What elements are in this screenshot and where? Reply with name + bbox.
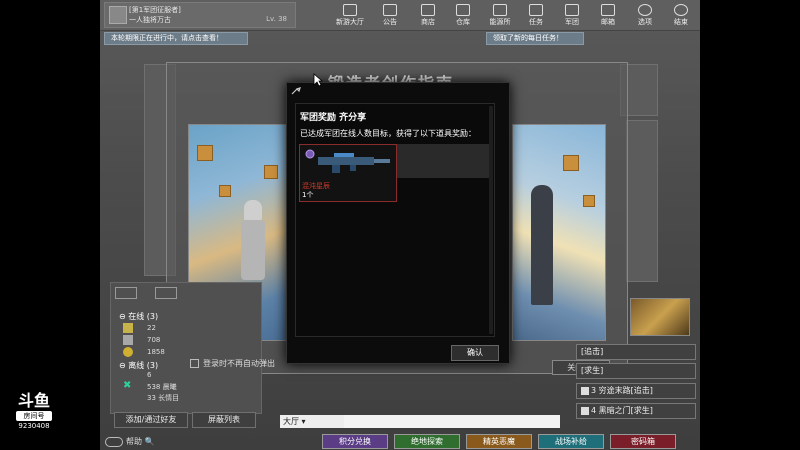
cube-decoration (583, 195, 595, 207)
chat-input[interactable] (344, 415, 560, 428)
robot-body (241, 220, 265, 280)
friend-entry[interactable]: 33 长情目 (147, 393, 179, 403)
reward-item-slot[interactable]: 混沌星辰 1个 (299, 144, 397, 202)
nav-task-button[interactable]: 任务 (518, 2, 554, 28)
friends-panel: ⊖ 在线 (3) 22 708 1858 ⊖ 离线 (3) 6 ✖ 538 晨曦… (110, 282, 262, 414)
speaker-icon (383, 4, 397, 16)
map-item[interactable]: 3 穷途末路[追击] (576, 383, 696, 399)
confirm-button[interactable]: 确认 (451, 345, 499, 361)
supply-button[interactable]: 战场补给 (538, 434, 604, 449)
legion-icon (565, 4, 579, 16)
checkbox[interactable] (190, 359, 199, 368)
reward-dialog: 军团奖励 齐分享 已达成军团在线人数目标，获得了以下道具奖励： 混沌星辰 1个 … (286, 82, 510, 364)
gear-icon (638, 4, 652, 16)
room-id: 9230408 (18, 422, 50, 430)
avatar (109, 6, 127, 24)
room-label: 房间号 (16, 411, 52, 421)
rank-icon: ✖ (123, 380, 132, 391)
mouse-cursor-icon (313, 73, 323, 87)
search-icon: 🔍 (144, 437, 155, 446)
friend-entry[interactable]: 708 (147, 336, 160, 344)
profile-card[interactable]: [第1军团征服者] 一人独将万古 Lv. 38 (104, 2, 296, 28)
mail-icon (601, 4, 615, 16)
notice-left[interactable]: 本轮期限正在进行中，请点击查看！ (104, 32, 248, 45)
online-group[interactable]: ⊖ 在线 (3) (119, 311, 158, 322)
nav-mail-button[interactable]: 邮箱 (590, 2, 626, 28)
legion-tab[interactable] (155, 287, 177, 299)
top-bar: [第1军团征服者] 一人独将万古 Lv. 38 新游大厅 公告 商店 仓库 能源… (100, 0, 700, 31)
offline-group[interactable]: ⊖ 离线 (3) (119, 360, 158, 371)
hall-icon (343, 4, 357, 16)
help-button[interactable]: 帮助 🔍 (105, 436, 155, 447)
task-icon (529, 4, 543, 16)
nav-exit-button[interactable]: 结束 (663, 2, 699, 28)
chat-channel-select[interactable]: 大厅 ▾ (280, 415, 345, 428)
cube-decoration (264, 165, 278, 179)
friend-entry[interactable]: 538 晨曦 (147, 382, 177, 392)
rank-icon (123, 335, 133, 345)
storage-icon (456, 4, 470, 16)
block-list-button[interactable]: 屏蔽列表 (192, 412, 256, 428)
background-panel-right (626, 120, 658, 282)
password-box-button[interactable]: 密码箱 (610, 434, 676, 449)
dialog-title: 军团奖励 齐分享 (300, 113, 367, 123)
add-friend-button[interactable]: 添加/通过好友 (114, 412, 188, 428)
rifle-icon (305, 149, 390, 173)
event-artwork-right (512, 124, 606, 341)
stream-watermark: 斗鱼 房间号 9230408 (10, 392, 58, 430)
map-item[interactable]: [追击] (576, 344, 696, 360)
friend-entry[interactable]: 1858 (147, 348, 165, 356)
nav-hall-button[interactable]: 新游大厅 (332, 2, 368, 28)
nav-shop-button[interactable]: 商店 (410, 2, 446, 28)
wrench-icon (291, 87, 301, 95)
friends-tab[interactable] (115, 287, 137, 299)
notice-right[interactable]: 领取了新的每日任务！ (486, 32, 584, 45)
profile-title: [第1军团征服者] (129, 6, 181, 14)
nav-storage-button[interactable]: 仓库 (445, 2, 481, 28)
rank-icon (123, 347, 133, 357)
cube-decoration (219, 185, 231, 197)
power-icon (674, 4, 688, 16)
scrollbar[interactable] (489, 106, 493, 334)
reward-item-slot-empty (397, 144, 493, 178)
robot-figure (244, 200, 262, 222)
shop-icon (421, 4, 435, 16)
auto-popup-checkbox[interactable]: 登录时不再自动弹出 (190, 358, 275, 369)
points-exchange-button[interactable]: 积分兑换 (322, 434, 388, 449)
profile-level: Lv. 38 (266, 15, 287, 23)
energy-icon (493, 4, 507, 16)
reward-content: 军团奖励 齐分享 已达成军团在线人数目标，获得了以下道具奖励： 混沌星辰 1个 (295, 103, 495, 337)
nav-notice-button[interactable]: 公告 (372, 2, 408, 28)
nav-legion-button[interactable]: 军团 (554, 2, 590, 28)
douyu-logo: 斗鱼 (17, 391, 50, 410)
map-thumbnail[interactable] (630, 298, 690, 336)
cube-decoration (197, 145, 213, 161)
explore-button[interactable]: 绝地探索 (394, 434, 460, 449)
profile-name: 一人独将万古 (129, 16, 171, 24)
dialog-description: 已达成军团在线人数目标，获得了以下道具奖励： (300, 129, 476, 138)
elite-demon-button[interactable]: 精英恶魔 (466, 434, 532, 449)
map-item[interactable]: 4 黑暗之门[求生] (576, 403, 696, 419)
soldier-figure (531, 185, 553, 305)
map-item[interactable]: [求生] (576, 363, 696, 379)
cube-decoration (563, 155, 579, 171)
rank-icon (123, 323, 133, 333)
toggle-icon (105, 436, 123, 447)
friend-entry[interactable]: 22 (147, 324, 156, 332)
item-count: 1个 (302, 191, 314, 199)
nav-energy-button[interactable]: 能源所 (482, 2, 518, 28)
nav-options-button[interactable]: 选项 (627, 2, 663, 28)
friend-entry[interactable]: 6 (147, 371, 151, 379)
